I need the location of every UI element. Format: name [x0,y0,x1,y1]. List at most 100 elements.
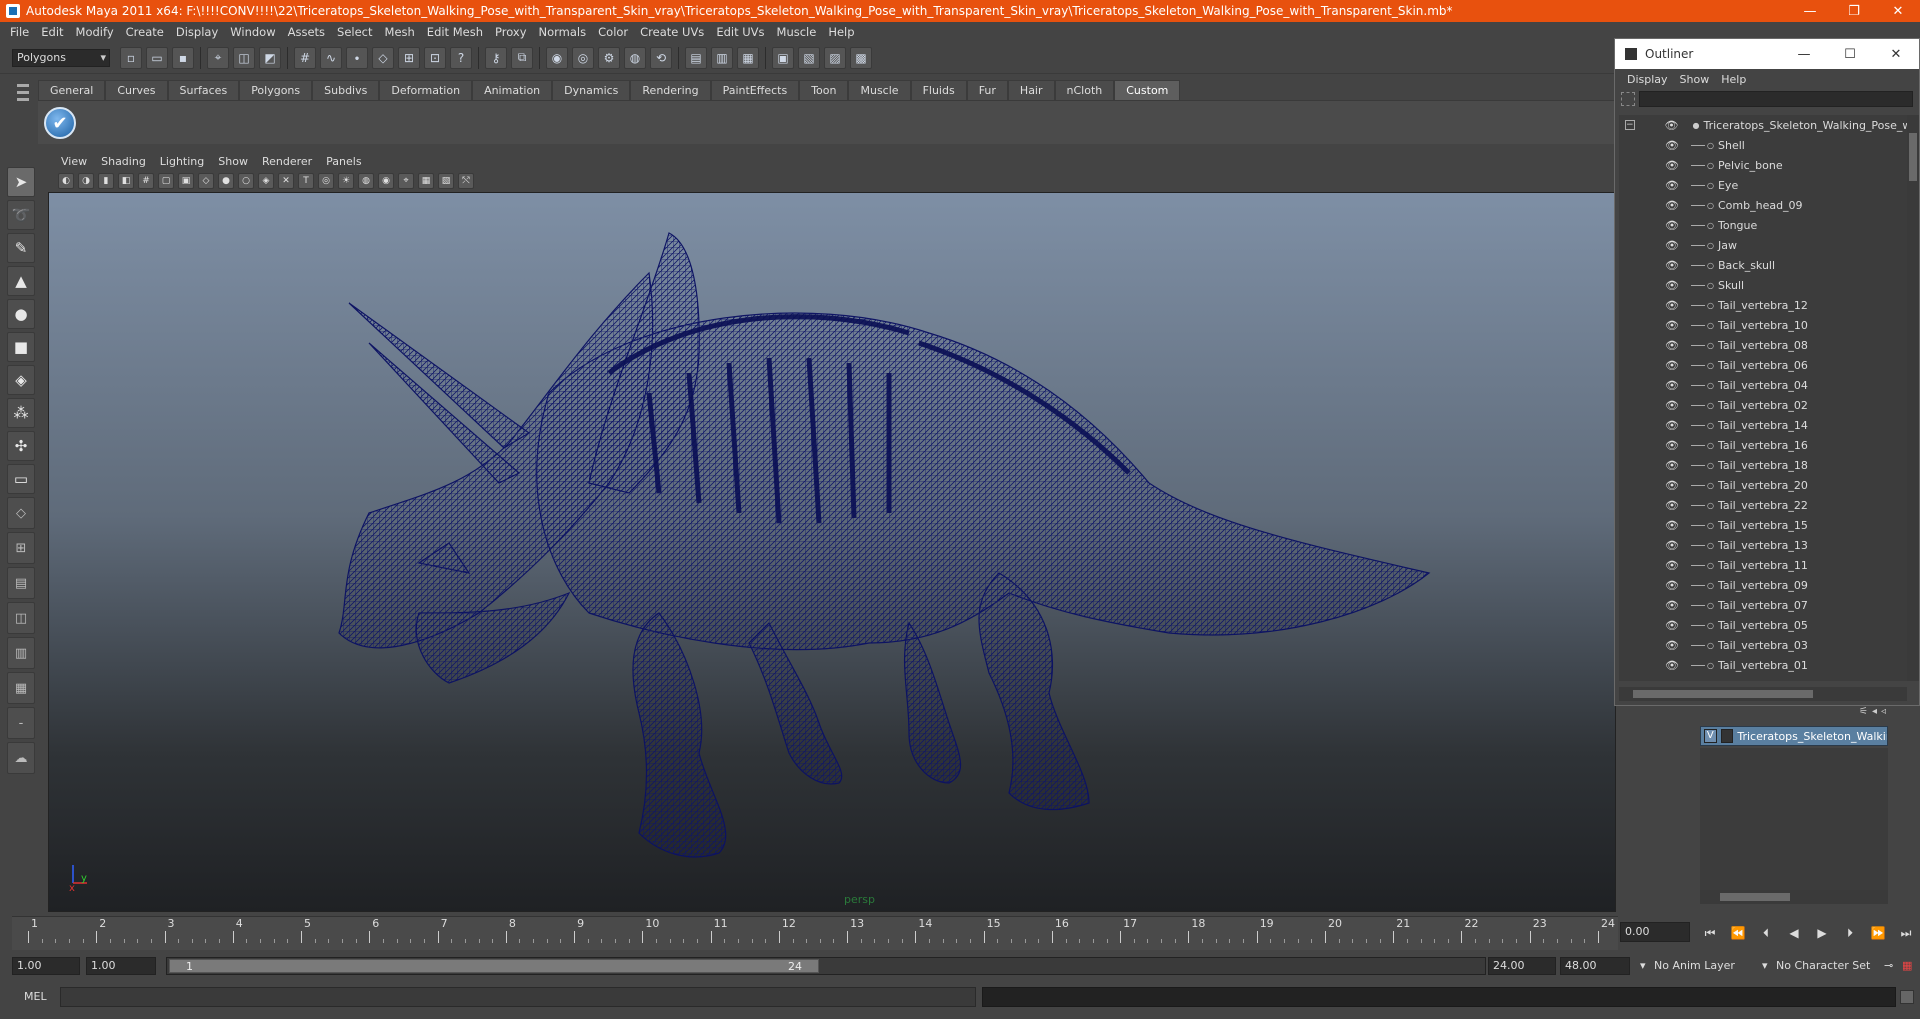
layer-horizontal-scrollbar[interactable] [1700,890,1888,904]
step-back-key-icon[interactable]: ⏪ [1727,926,1749,940]
shelf-tab-surfaces[interactable]: Surfaces [167,80,240,100]
start-time-field[interactable]: 1.00 [12,957,80,975]
outliner-item[interactable]: 👁 ○ Tail_vertebra_14 [1619,415,1907,435]
visibility-icon[interactable]: 👁 [1665,119,1679,132]
persp-graph-layout-icon[interactable]: ◫ [7,602,35,634]
outliner-horizontal-scrollbar[interactable] [1619,687,1907,701]
visibility-icon[interactable]: 👁 [1665,539,1681,552]
filter-icon[interactable] [1621,92,1635,106]
smooth-shade-icon[interactable]: ● [218,173,234,189]
visibility-icon[interactable]: 👁 [1665,339,1681,352]
shelf-tab-deformation[interactable]: Deformation [379,80,473,100]
layout-icon[interactable]: ▧ [798,46,820,69]
soft-mod-tool-icon[interactable]: ⁂ [7,398,35,428]
snap-point-icon[interactable]: ∙ [346,46,368,69]
panel-menu-shading[interactable]: Shading [94,155,153,168]
outliner-maximize-button[interactable]: ☐ [1827,47,1873,62]
outliner-item[interactable]: 👁 ○ Tail_vertebra_15 [1619,515,1907,535]
frame-all-icon[interactable]: ▦ [418,173,434,189]
go-to-start-icon[interactable]: ⏮ [1699,926,1721,941]
menu-normals[interactable]: Normals [533,25,593,39]
panel-icon[interactable]: ▨ [824,46,846,69]
last-tool-icon[interactable]: ▭ [7,464,35,494]
menu-proxy[interactable]: Proxy [489,25,533,39]
four-view-layout-icon[interactable]: ⊞ [7,532,35,564]
script-editor-icon[interactable] [1900,990,1914,1004]
scale-tool-icon[interactable]: ■ [7,332,35,362]
panel-menu-view[interactable]: View [54,155,94,168]
shelf-tab-muscle[interactable]: Muscle [848,80,911,100]
outliner-root-row[interactable]: − 👁 ● Triceratops_Skeleton_Walking_Pose_… [1619,115,1907,135]
bookmark-icon[interactable]: ▮ [98,173,114,189]
shelf-tab-ncloth[interactable]: nCloth [1054,80,1115,100]
panel-menu-panels[interactable]: Panels [319,155,368,168]
persp-outliner-layout-icon[interactable]: ▤ [7,567,35,599]
select-object-icon[interactable]: ◫ [233,46,255,69]
grid-toggle-icon[interactable]: # [138,173,154,189]
input-ops-icon[interactable]: ⚷ [485,46,507,69]
film-gate-icon[interactable]: ▢ [158,173,174,189]
shelf-tab-polygons[interactable]: Polygons [239,80,313,100]
select-hierarchy-icon[interactable]: ⌖ [207,46,229,69]
visibility-icon[interactable]: 👁 [1665,459,1681,472]
visibility-icon[interactable]: 👁 [1665,619,1681,632]
select-camera-icon[interactable]: ⌖ [398,173,414,189]
outliner-item[interactable]: 👁 ○ Tail_vertebra_12 [1619,295,1907,315]
restore-button[interactable]: ❐ [1832,4,1876,19]
shelf-tab-toon[interactable]: Toon [799,80,849,100]
snap-surface-icon[interactable]: ◇ [372,46,394,69]
outliner-item[interactable]: 👁 ○ Tail_vertebra_10 [1619,315,1907,335]
visibility-icon[interactable]: 👁 [1665,439,1681,452]
current-time-field[interactable]: 0.00 [1620,922,1690,942]
close-button[interactable]: ✕ [1876,4,1920,19]
camera-attributes-icon[interactable]: ◑ [78,173,94,189]
new-layer-selected-icon[interactable]: ◃ [1881,706,1886,722]
shelf-tab-hair[interactable]: Hair [1007,80,1055,100]
show-manipulator-icon[interactable]: ✣ [7,431,35,461]
single-perspective-layout-icon[interactable]: ◇ [7,497,35,529]
lasso-tool-icon[interactable]: ➰ [7,200,35,230]
construction-history-icon[interactable]: ⊡ [424,46,446,69]
paint-select-tool-icon[interactable]: ✎ [7,233,35,263]
visibility-icon[interactable]: 👁 [1665,499,1681,512]
time-slider[interactable]: 1 2 3 4 5 6 7 8 9 10 11 12 13 14 15 16 17 18 19 20 21 22 23 24 [12,916,1618,950]
select-tool-icon[interactable]: ➤ [7,167,35,197]
visibility-icon[interactable]: 👁 [1665,319,1681,332]
shelf-tab-animation[interactable]: Animation [472,80,553,100]
shelf-tab-dynamics[interactable]: Dynamics [552,80,631,100]
end-time-field[interactable]: 48.00 [1560,957,1630,975]
rotate-tool-icon[interactable]: ● [7,299,35,329]
menu-mesh[interactable]: Mesh [379,25,421,39]
play-forwards-icon[interactable]: ▶ [1811,926,1833,940]
flat-shade-icon[interactable]: ○ [238,173,254,189]
outliner-item[interactable]: 👁 ○ Tail_vertebra_16 [1619,435,1907,455]
outliner-item[interactable]: 👁 ○ Tail_vertebra_03 [1619,635,1907,655]
resolution-gate-icon[interactable]: ▣ [178,173,194,189]
hypershade-icon[interactable]: ◍ [624,46,646,69]
range-slider[interactable]: 1 24 [166,957,1486,975]
display-layer-row[interactable]: V Triceratops_Skeleton_Walking_ [1700,726,1888,746]
render-settings-icon[interactable]: ⚙ [598,46,620,69]
mel-label[interactable]: MEL [24,990,47,1003]
outliner-item[interactable]: 👁 ○ Pelvic_bone [1619,155,1907,175]
collapse-icon[interactable]: − [1625,120,1635,130]
scrollbar-thumb[interactable] [1633,690,1813,698]
visibility-icon[interactable]: 👁 [1665,179,1681,192]
menu-select[interactable]: Select [331,25,378,39]
checkmark-icon[interactable]: ✔ [44,107,76,139]
menu-edit-uvs[interactable]: Edit UVs [710,25,770,39]
shelf-tab-general[interactable]: General [38,80,106,100]
outliner-item[interactable]: 👁 ○ Tail_vertebra_07 [1619,595,1907,615]
layer-options-icon[interactable]: ⚟ [1859,706,1868,722]
step-forward-frame-icon[interactable]: ⏵ [1839,926,1861,941]
persp-hypergraph-layout-icon[interactable]: ▥ [7,637,35,669]
select-component-icon[interactable]: ◩ [259,46,281,69]
all-lights-icon[interactable]: ◍ [358,173,374,189]
visibility-icon[interactable]: 👁 [1665,219,1681,232]
visibility-icon[interactable]: 👁 [1665,379,1681,392]
outliner-item[interactable]: 👁 ○ Skull [1619,275,1907,295]
outliner-item[interactable]: 👁 ○ Comb_head_09 [1619,195,1907,215]
anim-layer-dropdown[interactable]: No Anim Layer [1650,957,1760,975]
menu-muscle[interactable]: Muscle [771,25,823,39]
outliner-item[interactable]: 👁 ○ Tail_vertebra_08 [1619,335,1907,355]
